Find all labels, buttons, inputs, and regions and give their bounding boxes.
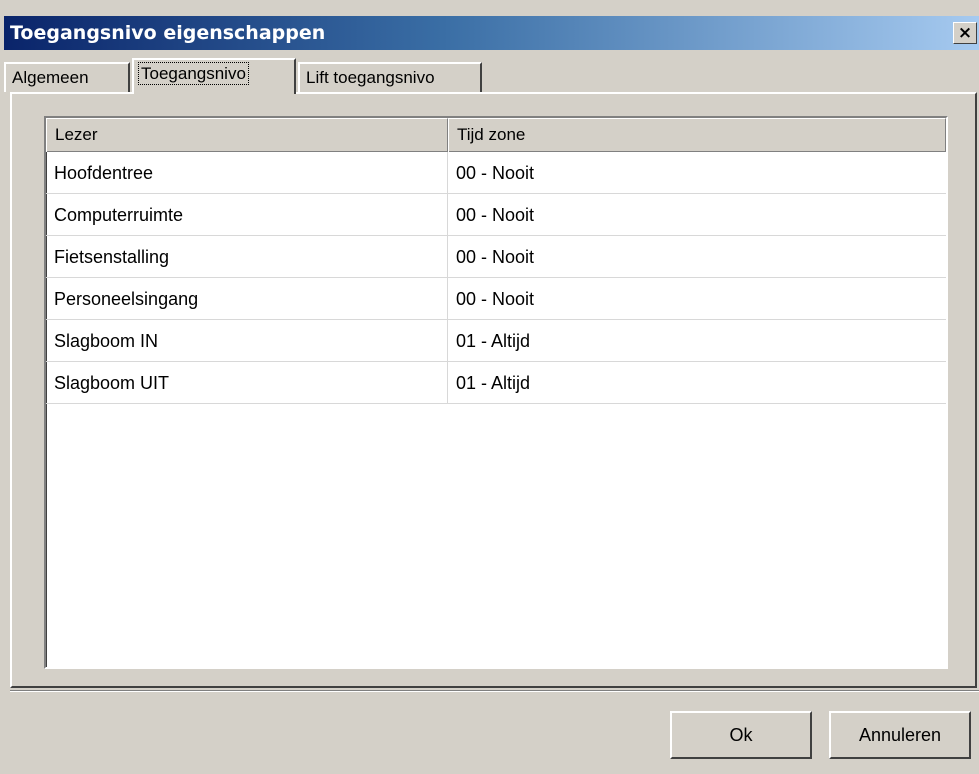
ok-button[interactable]: Ok bbox=[670, 711, 812, 759]
tab-algemeen[interactable]: Algemeen bbox=[4, 62, 130, 92]
reader-list[interactable]: Lezer Tijd zone Hoofdentree 00 - Nooit Com… bbox=[44, 116, 948, 669]
tab-strip: Algemeen Toegangsnivo Lift toegangsnivo bbox=[0, 58, 979, 94]
close-button[interactable]: × bbox=[953, 22, 977, 44]
cell-lezer: Personeelsingang bbox=[46, 278, 448, 319]
tab-toegangsnivo[interactable]: Toegangsnivo bbox=[132, 58, 296, 94]
cell-tijd-zone: 01 - Altijd bbox=[456, 331, 531, 351]
dialog-window: Toegangsnivo eigenschappen × Algemeen To… bbox=[0, 0, 979, 774]
table-row[interactable]: Slagboom UIT 01 - Altijd bbox=[46, 362, 946, 404]
cell-tijd-zone: 00 - Nooit bbox=[456, 205, 535, 225]
title-bar[interactable]: Toegangsnivo eigenschappen × bbox=[4, 16, 979, 50]
cell-tijd-zone: 00 - Nooit bbox=[456, 289, 535, 309]
cell-lezer: Hoofdentree bbox=[46, 152, 448, 193]
window-title: Toegangsnivo eigenschappen bbox=[10, 22, 326, 44]
table-row[interactable]: Slagboom IN 01 - Altijd bbox=[46, 320, 946, 362]
cancel-button[interactable]: Annuleren bbox=[829, 711, 971, 759]
cell-tijd-zone: 00 - Nooit bbox=[456, 247, 535, 267]
tab-label: Algemeen bbox=[12, 68, 89, 87]
divider bbox=[10, 691, 979, 692]
table-row[interactable]: Hoofdentree 00 - Nooit bbox=[46, 152, 946, 194]
close-icon: × bbox=[957, 22, 973, 43]
cell-lezer: Slagboom UIT bbox=[46, 362, 448, 403]
cell-lezer: Slagboom IN bbox=[46, 320, 448, 361]
cell-lezer: Fietsenstalling bbox=[46, 236, 448, 277]
cell-tijd-zone: 00 - Nooit bbox=[456, 163, 535, 183]
cell-tijd-zone: 01 - Altijd bbox=[456, 373, 531, 393]
list-header: Lezer Tijd zone bbox=[46, 118, 946, 152]
column-header-lezer[interactable]: Lezer bbox=[46, 118, 448, 152]
column-header-tijd-zone[interactable]: Tijd zone bbox=[448, 118, 946, 152]
tab-label: Toegangsnivo bbox=[138, 62, 249, 85]
list-body: Hoofdentree 00 - Nooit Computerruimte 00 - … bbox=[46, 152, 946, 404]
table-row[interactable]: Fietsenstalling 00 - Nooit bbox=[46, 236, 946, 278]
tab-lift-toegangsnivo[interactable]: Lift toegangsnivo bbox=[298, 62, 482, 92]
cell-lezer: Computerruimte bbox=[46, 194, 448, 235]
tab-label: Lift toegangsnivo bbox=[306, 68, 435, 87]
table-row[interactable]: Computerruimte 00 - Nooit bbox=[46, 194, 946, 236]
table-row[interactable]: Personeelsingang 00 - Nooit bbox=[46, 278, 946, 320]
